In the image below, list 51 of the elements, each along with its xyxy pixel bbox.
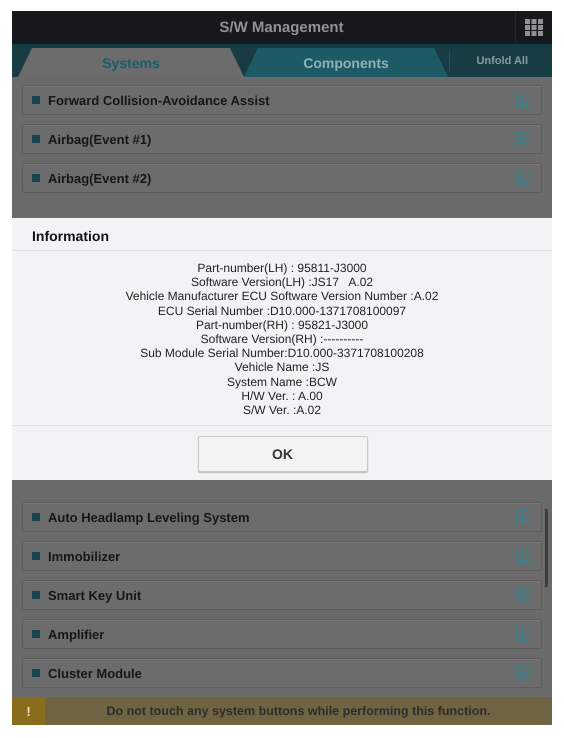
download-icon bbox=[515, 92, 531, 108]
system-name: Airbag(Event #1) bbox=[48, 132, 152, 146]
system-name: Auto Headlamp Leveling System bbox=[48, 510, 251, 524]
unfold-all-button[interactable]: Unfold All bbox=[449, 50, 552, 70]
download-icon bbox=[515, 170, 531, 186]
ok-button[interactable]: OK bbox=[198, 436, 368, 472]
download-icon bbox=[515, 665, 531, 681]
system-name: Smart Key Unit bbox=[48, 588, 142, 602]
system-name: Airbag(Event #2) bbox=[48, 170, 152, 186]
bullet-icon bbox=[32, 552, 40, 560]
system-name: Immobilizer bbox=[48, 548, 122, 564]
info-line: ECU Serial Number :D10.000-1371708100097 bbox=[156, 304, 408, 318]
system-name: Amplifier bbox=[48, 626, 106, 642]
info-line: S/W Ver. :A.02 bbox=[242, 403, 322, 418]
bullet-icon bbox=[32, 96, 40, 104]
download-icon bbox=[515, 626, 531, 642]
bullet-icon bbox=[32, 669, 40, 677]
bullet-icon bbox=[32, 513, 40, 521]
download-icon bbox=[515, 131, 531, 147]
system-row[interactable]: Amplifier bbox=[22, 619, 542, 649]
system-row[interactable]: Immobilizer bbox=[22, 541, 542, 571]
info-line: Part-number(LH) : 95811-J3000 bbox=[196, 261, 368, 276]
download-icon bbox=[515, 548, 531, 564]
system-row[interactable]: Airbag(Event #1) bbox=[22, 124, 542, 154]
info-line: Vehicle Manufacturer ECU Software Version Number :A.02 bbox=[124, 289, 440, 304]
screen-title: S/W Management bbox=[218, 19, 345, 36]
system-row[interactable]: Forward Collision-Avoidance Assist bbox=[22, 85, 542, 115]
system-row[interactable]: Auto Headlamp Leveling System bbox=[22, 502, 542, 532]
download-icon bbox=[515, 509, 531, 525]
system-row[interactable]: Airbag(Event #2) bbox=[22, 163, 542, 193]
info-line: System Name :BCW bbox=[226, 374, 338, 389]
download-icon bbox=[515, 587, 531, 603]
system-row[interactable]: Cluster Module bbox=[22, 658, 542, 688]
info-line: H/W Ver. : A.00 bbox=[240, 388, 324, 404]
info-line: Software Version(RH) :---------- bbox=[200, 332, 364, 346]
bullet-icon bbox=[32, 630, 40, 638]
bullet-icon bbox=[32, 591, 40, 599]
info-line: Vehicle Name :JS bbox=[234, 360, 330, 375]
info-line: Sub Module Serial Number:D10.000-3371708100208 bbox=[139, 346, 425, 360]
system-name: Forward Collision-Avoidance Assist bbox=[48, 92, 271, 108]
dialog-title: Information bbox=[12, 218, 552, 251]
warning-icon: ! bbox=[12, 697, 45, 725]
bullet-icon bbox=[32, 174, 40, 182]
system-name: Cluster Module bbox=[48, 666, 143, 680]
grid-icon bbox=[525, 19, 543, 36]
system-row[interactable]: Smart Key Unit bbox=[22, 580, 542, 610]
info-line: Software Version(LH) :JS17 A.02 bbox=[190, 275, 374, 290]
tab[interactable]: Components bbox=[244, 48, 448, 77]
info-line: Part-number(RH) : 95821-J3000 bbox=[194, 318, 370, 332]
warning-message: Do not touch any system buttons while performing this function. bbox=[105, 704, 492, 718]
bullet-icon bbox=[32, 135, 40, 143]
